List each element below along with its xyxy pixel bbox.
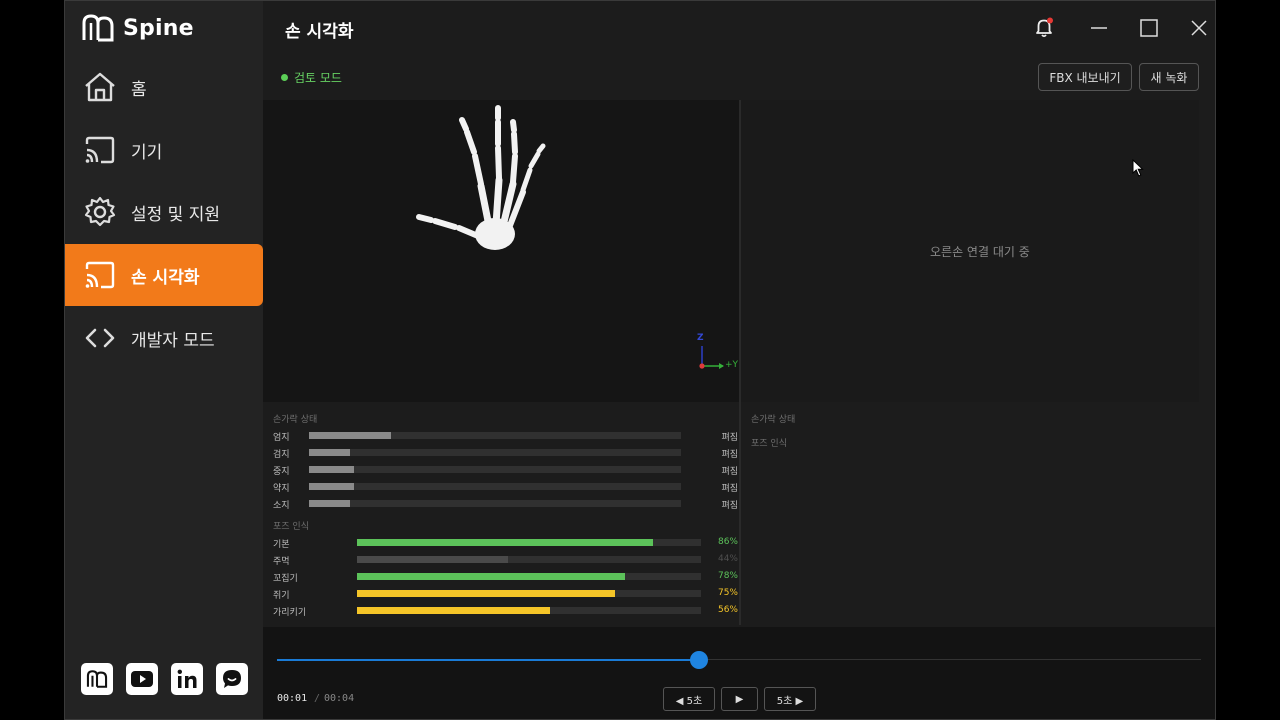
finger-label: 엄지 — [273, 433, 290, 443]
pose-fill — [357, 590, 615, 597]
timeline-knob[interactable] — [690, 651, 709, 669]
close-icon[interactable] — [1186, 15, 1212, 41]
social-links — [81, 663, 248, 695]
pose-fill — [357, 556, 509, 563]
sidebar-item-devices[interactable]: 기기 — [65, 119, 263, 181]
sidebar-item-settings[interactable]: 설정 및 지원 — [65, 181, 263, 243]
finger-bar — [309, 432, 681, 439]
page-title: 손 시각화 — [285, 22, 354, 42]
sidebar-item-home[interactable]: 홈 — [65, 56, 263, 118]
pose-bar — [357, 590, 701, 597]
finger-status: 펴짐 — [721, 433, 738, 443]
pose-label: 쥐기 — [273, 591, 290, 601]
mode-label: 검토 모드 — [294, 71, 342, 85]
pose-bar — [357, 539, 701, 546]
app-logo: Spine — [81, 13, 194, 43]
code-icon — [85, 328, 115, 348]
current-time: 00:01 — [277, 693, 308, 704]
cast-icon — [85, 136, 115, 164]
pose-bar — [357, 573, 701, 580]
pose-label: 기본 — [273, 540, 290, 550]
finger-label: 소지 — [273, 501, 290, 511]
notification-bell-icon[interactable] — [1031, 15, 1057, 41]
rewind-5s-button[interactable]: ◀ 5초 — [663, 687, 715, 711]
finger-status-title: 손가락 상태 — [751, 415, 796, 425]
app-window: Spine 홈 기기 설정 및 지원 손 시각화 개발자 모드 손 시각화 검토… — [64, 0, 1216, 720]
status-dot-icon — [281, 74, 288, 81]
finger-fill — [309, 500, 350, 507]
sidebar-item-developer-mode[interactable]: 개발자 모드 — [65, 307, 263, 369]
mouse-cursor-icon — [1132, 159, 1144, 177]
finger-status: 펴짐 — [721, 501, 738, 511]
gear-icon — [84, 196, 116, 227]
spine-logo-icon[interactable] — [81, 663, 113, 695]
time-separator: / — [314, 693, 321, 704]
right-hand-stats: 손가락 상태 포즈 인식 — [741, 402, 1199, 625]
sidebar-item-label: 기기 — [131, 142, 163, 163]
finger-bar — [309, 449, 681, 456]
finger-bar — [309, 483, 681, 490]
pose-percent: 44% — [717, 554, 738, 564]
pose-percent: 56% — [717, 605, 738, 615]
pose-percent: 75% — [717, 588, 738, 598]
play-button[interactable]: ▶ — [721, 687, 758, 711]
finger-fill — [309, 449, 350, 456]
pose-fill — [357, 573, 626, 580]
fbx-export-button[interactable]: FBX 내보내기 — [1038, 63, 1132, 91]
timeline-progress — [277, 659, 700, 661]
finger-bar — [309, 500, 681, 507]
finger-label: 약지 — [273, 484, 290, 494]
pose-bar — [357, 556, 701, 563]
left-hand-viewport[interactable]: Z +Y — [263, 100, 739, 402]
timeline-slider[interactable] — [277, 651, 1201, 669]
axis-gizmo — [699, 346, 724, 369]
finger-bar — [309, 466, 681, 473]
axis-y-label: +Y — [725, 360, 739, 370]
hand-skeleton-icon — [416, 105, 724, 369]
forward-5s-button[interactable]: 5초 ▶ — [764, 687, 816, 711]
finger-fill — [309, 466, 354, 473]
pose-recognition-title: 포즈 인식 — [751, 439, 787, 449]
pose-percent: 78% — [717, 571, 738, 581]
sidebar-item-label: 설정 및 지원 — [131, 204, 221, 225]
new-recording-button[interactable]: 새 녹화 — [1139, 63, 1199, 91]
minimize-icon[interactable] — [1086, 15, 1112, 41]
youtube-icon[interactable] — [126, 663, 158, 695]
pose-fill — [357, 539, 653, 546]
pose-fill — [357, 607, 550, 614]
pose-recognition-title: 포즈 인식 — [273, 522, 309, 532]
finger-status: 펴짐 — [721, 450, 738, 460]
spine-logo-icon — [82, 14, 114, 42]
finger-label: 중지 — [273, 467, 290, 477]
right-hand-waiting-text: 오른손 연결 대기 중 — [930, 245, 1030, 259]
maximize-icon[interactable] — [1136, 15, 1162, 41]
app-name: Spine — [123, 15, 194, 41]
finger-fill — [309, 432, 391, 439]
finger-fill — [309, 483, 354, 490]
sidebar-item-label: 개발자 모드 — [131, 330, 215, 351]
playback-bar: 00:01 / 00:04 ◀ 5초 ▶ 5초 ▶ — [263, 627, 1215, 719]
sidebar-item-label: 홈 — [131, 79, 147, 100]
axis-z-label: Z — [697, 333, 704, 343]
total-time: 00:04 — [324, 693, 355, 704]
review-mode-indicator: 검토 모드 — [281, 69, 342, 86]
finger-status: 펴짐 — [721, 467, 738, 477]
pose-label: 꼬집기 — [273, 574, 298, 584]
finger-status: 펴짐 — [721, 484, 738, 494]
chat-icon[interactable] — [216, 663, 248, 695]
home-icon — [85, 72, 115, 102]
left-hand-stats: 손가락 상태 엄지 펴짐 검지 펴짐 중지 펴짐 약지 펴짐 소지 펴짐 포즈 … — [263, 402, 739, 625]
linkedin-icon[interactable] — [171, 663, 203, 695]
finger-label: 검지 — [273, 450, 290, 460]
cast-icon — [85, 261, 115, 289]
pose-percent: 86% — [717, 537, 738, 547]
pose-label: 주먹 — [273, 557, 290, 567]
pose-label: 가리키기 — [273, 608, 307, 618]
finger-status-title: 손가락 상태 — [273, 415, 318, 425]
sidebar-item-hand-visualization[interactable]: 손 시각화 — [65, 244, 263, 306]
sidebar-item-label: 손 시각화 — [131, 267, 200, 288]
pose-bar — [357, 607, 701, 614]
top-bar: 손 시각화 — [263, 1, 1215, 57]
sidebar: Spine 홈 기기 설정 및 지원 손 시각화 개발자 모드 — [65, 1, 263, 719]
